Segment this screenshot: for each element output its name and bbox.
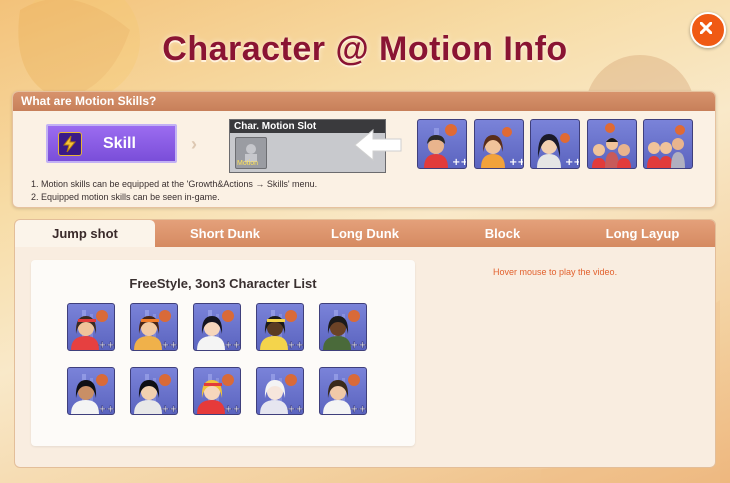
character-card[interactable]: ++ — [67, 303, 115, 351]
svg-text:++: ++ — [161, 404, 177, 414]
svg-text:++: ++ — [350, 404, 366, 414]
svg-text:++: ++ — [287, 404, 303, 414]
close-icon — [700, 22, 712, 34]
skill-button[interactable]: Skill — [46, 124, 177, 163]
tab-short-dunk[interactable]: Short Dunk — [155, 220, 295, 247]
tab-block[interactable]: Block — [435, 220, 570, 247]
page-title: Character @ Motion Info — [162, 30, 568, 68]
skill-icon — [58, 132, 82, 156]
tab-bar: Jump shot Short Dunk Long Dunk Block Lon… — [15, 220, 715, 247]
character-card[interactable]: ++ — [67, 367, 115, 415]
chevron-right-icon: › — [191, 134, 197, 154]
svg-text:++: ++ — [509, 157, 523, 168]
character-card[interactable]: ++ — [319, 367, 367, 415]
motion-tabs-panel: Jump shot Short Dunk Long Dunk Block Lon… — [14, 219, 716, 468]
svg-text:++: ++ — [98, 404, 114, 414]
motion-thumbnail[interactable] — [643, 119, 693, 169]
motion-skill-notes: 1. Motion skills can be equipped at the … — [31, 178, 317, 204]
character-list-title: FreeStyle, 3on3 Character List — [129, 276, 317, 291]
svg-text:++: ++ — [224, 340, 240, 350]
motion-skills-header: What are Motion Skills? — [13, 92, 715, 111]
character-card[interactable]: ++ — [256, 367, 304, 415]
svg-text:++: ++ — [161, 340, 177, 350]
character-list-card: FreeStyle, 3on3 Character List ++ ++ ++ … — [31, 260, 415, 446]
note-line: 2. Equipped motion skills can be seen in… — [31, 192, 220, 202]
tab-jump-shot[interactable]: Jump shot — [15, 220, 155, 247]
motion-thumbnail[interactable]: ++ — [417, 119, 467, 169]
motion-thumbnail[interactable]: ++ — [474, 119, 524, 169]
tab-long-layup[interactable]: Long Layup — [570, 220, 715, 247]
character-card[interactable]: ++ — [130, 303, 178, 351]
character-card[interactable]: ++ — [193, 367, 241, 415]
svg-text:++: ++ — [565, 157, 579, 168]
svg-text:++: ++ — [287, 340, 303, 350]
motion-slot-icon: Motion — [235, 137, 267, 169]
motion-thumbnail[interactable]: ++ — [530, 119, 580, 169]
motion-skills-panel: What are Motion Skills? Skill › Char. Mo… — [12, 91, 716, 208]
slot-icon-label: Motion — [237, 160, 259, 167]
character-card[interactable]: ++ — [256, 303, 304, 351]
arrow-left-icon — [354, 128, 402, 162]
svg-text:++: ++ — [452, 157, 466, 168]
svg-text:++: ++ — [98, 340, 114, 350]
character-card[interactable]: ++ — [130, 367, 178, 415]
note-line: 1. Motion skills can be equipped at the … — [31, 179, 318, 189]
tab-long-dunk[interactable]: Long Dunk — [295, 220, 435, 247]
character-card[interactable]: ++ — [193, 303, 241, 351]
motion-thumbnail[interactable] — [587, 119, 637, 169]
skill-label: Skill — [103, 135, 136, 152]
hover-hint: Hover mouse to play the video. — [493, 267, 618, 277]
svg-text:++: ++ — [350, 340, 366, 350]
character-card[interactable]: ++ — [319, 303, 367, 351]
close-button[interactable] — [690, 12, 726, 48]
svg-text:++: ++ — [224, 404, 240, 414]
